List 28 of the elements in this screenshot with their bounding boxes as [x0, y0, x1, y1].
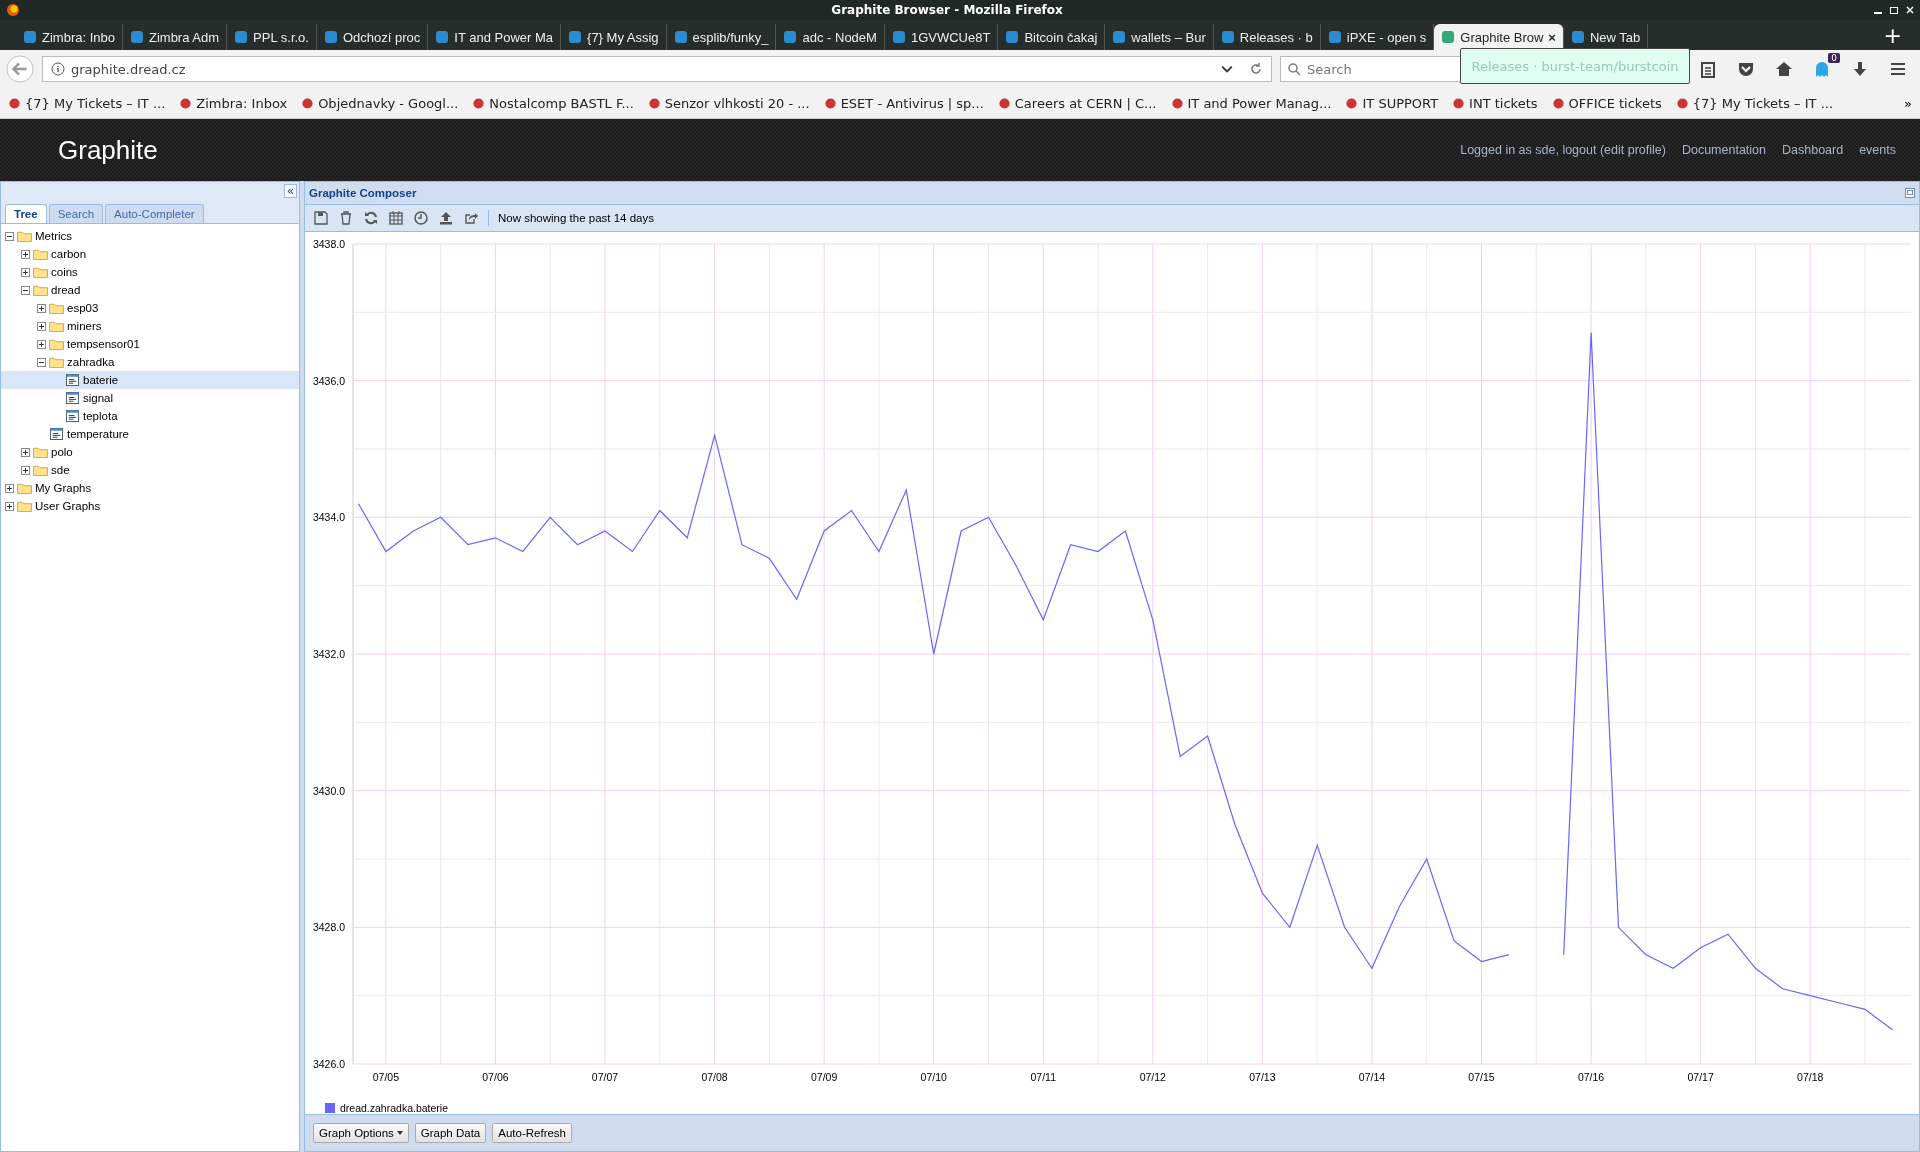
x-tick-label: 07/11 [1030, 1071, 1056, 1083]
y-tick-label: 3432.0 [312, 648, 345, 660]
x-tick-label: 07/10 [920, 1071, 947, 1083]
y-tick-label: 3434.0 [312, 511, 345, 524]
x-tick-label: 07/14 [1358, 1071, 1386, 1083]
legend-label: dread.zahradka.baterie [340, 1102, 448, 1114]
y-tick-label: 3436.0 [312, 374, 345, 387]
x-tick-label: 07/08 [701, 1071, 728, 1083]
x-tick-label: 07/09 [811, 1071, 838, 1083]
notification-badge: 0 [1828, 53, 1840, 63]
x-tick-label: 07/17 [1687, 1071, 1714, 1083]
status-text: Now showing the past 14 days [498, 212, 654, 224]
x-tick-label: 07/05 [372, 1071, 399, 1083]
x-tick-label: 07/16 [1577, 1071, 1605, 1083]
tooltip: Releases · burst-team/burstcoin [1460, 48, 1690, 84]
x-tick-label: 07/15 [1468, 1071, 1495, 1083]
y-tick-label: 3438.0 [312, 238, 345, 250]
y-tick-label: 3430.0 [312, 784, 345, 797]
logo: Graphite [58, 134, 158, 166]
y-tick-label: 3426.0 [312, 1058, 345, 1070]
window-title: Graphite Browser - Mozilla Firefox [831, 3, 1063, 17]
x-tick-label: 07/13 [1249, 1071, 1276, 1083]
x-tick-label: 07/18 [1797, 1071, 1824, 1083]
x-tick-label: 07/07 [591, 1071, 619, 1083]
y-tick-label: 3428.0 [312, 921, 345, 934]
panel-title: Graphite Composer [309, 187, 417, 199]
x-tick-label: 07/12 [1139, 1071, 1166, 1083]
x-tick-label: 07/06 [482, 1071, 509, 1083]
